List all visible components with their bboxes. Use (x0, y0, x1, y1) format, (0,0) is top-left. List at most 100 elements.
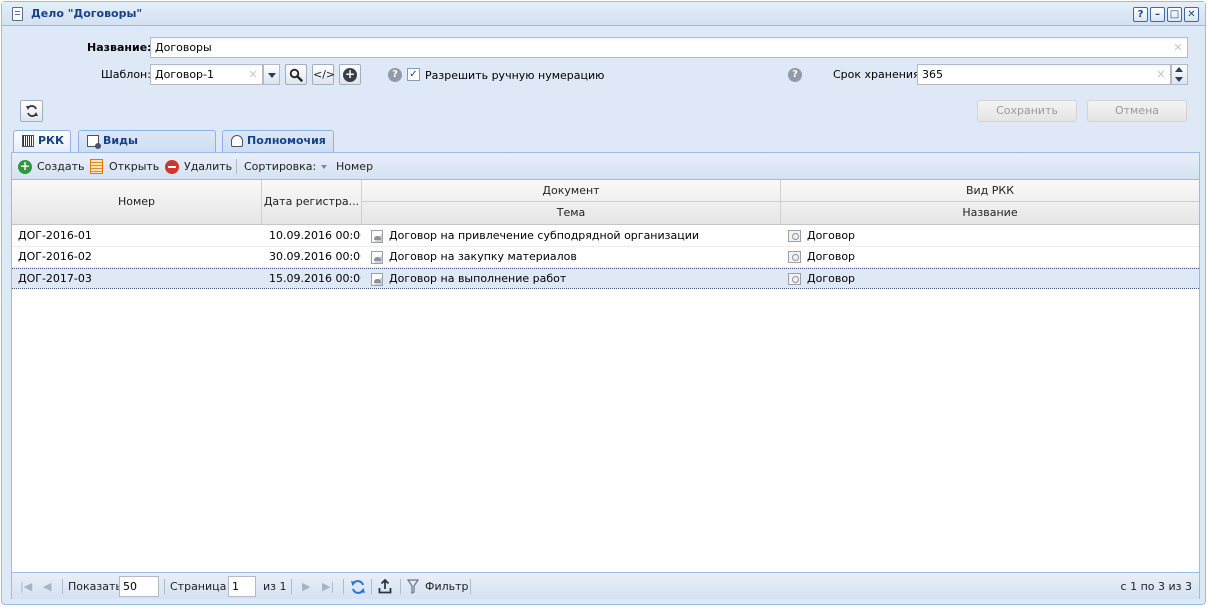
column-group-rkk-type: Вид РКК (781, 180, 1199, 202)
table-row[interactable]: ДОГ-2016-01 10.09.2016 00:00 Договор на … (12, 226, 1199, 247)
last-page-icon[interactable]: ▶| (322, 581, 334, 593)
cell-date: 10.09.2016 00:00 (269, 229, 361, 242)
retention-label: Срок хранения: (833, 68, 924, 81)
search-button[interactable] (285, 64, 307, 85)
pager-separator (470, 579, 471, 594)
clear-icon[interactable]: ✕ (1154, 66, 1168, 83)
retention-value: 365 (922, 68, 943, 81)
spin-down-icon[interactable] (1175, 77, 1183, 82)
tab-permissions[interactable]: Полномочия (222, 130, 334, 152)
template-combobox[interactable]: Договор-1 ✕ (150, 64, 263, 85)
help-button[interactable]: ? (1133, 7, 1148, 22)
cell-number: ДОГ-2016-02 (18, 250, 92, 263)
grid-toolbar: + Создать Открыть Удалить Сортировка: Но… (12, 153, 1199, 180)
cell-subject: Договор на выполнение работ (389, 272, 567, 285)
user-key-icon (231, 135, 243, 147)
paging-toolbar: |◀ ◀ Показать 50 Страница 1 из 1 ▶ ▶| Фи… (12, 572, 1199, 599)
cancel-button[interactable]: Отмена (1087, 100, 1187, 122)
retention-spinner[interactable] (1171, 64, 1188, 85)
cell-subject: Договор на привлечение субподрядной орга… (389, 229, 700, 242)
cell-number: ДОГ-2016-01 (18, 229, 92, 242)
open-button[interactable]: Открыть (109, 153, 159, 180)
refresh-button[interactable] (20, 100, 43, 122)
code-button[interactable]: </> (312, 64, 335, 85)
search-icon (289, 68, 303, 82)
tab-label: Полномочия (247, 134, 326, 147)
tab-document-types[interactable]: Виды документов (78, 130, 216, 167)
delete-icon[interactable] (165, 160, 179, 174)
export-icon[interactable] (378, 579, 392, 594)
template-label: Шаблон: (101, 68, 151, 81)
folder-doc-icon (12, 7, 23, 21)
first-page-icon[interactable]: |◀ (20, 581, 32, 593)
grid-header: Номер Дата регистра... Документ Тема Вид… (12, 180, 1199, 225)
tab-rkk[interactable]: РКК (13, 130, 71, 153)
barcode-icon (22, 135, 34, 147)
help-icon[interactable]: ? (788, 68, 802, 82)
cell-subject: Договор на закупку материалов (389, 250, 577, 263)
page-size-input[interactable]: 50 (119, 576, 159, 597)
tab-label: РКК (38, 134, 65, 147)
rkk-grid-panel: + Создать Открыть Удалить Сортировка: Но… (11, 152, 1200, 599)
add-template-button[interactable]: + (339, 64, 361, 85)
rkk-type-icon (788, 273, 801, 285)
table-row[interactable]: ДОГ-2016-02 30.09.2016 00:00 Договор на … (12, 247, 1199, 268)
document-icon (371, 273, 383, 286)
filter-icon[interactable] (407, 579, 419, 594)
document-icon (371, 251, 383, 264)
pager-separator (62, 579, 63, 594)
column-header-number[interactable]: Номер (12, 180, 262, 224)
page-size-label: Показать (68, 580, 122, 593)
cell-type: Договор (807, 229, 856, 242)
add-icon[interactable]: + (18, 160, 32, 174)
paging-summary: с 1 по 3 из 3 (1120, 580, 1192, 593)
pager-separator (400, 579, 401, 594)
prev-page-icon[interactable]: ◀ (43, 581, 51, 593)
clear-icon[interactable]: ✕ (246, 66, 260, 83)
reload-icon[interactable] (350, 579, 366, 595)
close-button[interactable]: ✕ (1184, 7, 1199, 22)
name-input[interactable]: Договоры ✕ (150, 37, 1188, 58)
cell-number: ДОГ-2017-03 (18, 272, 92, 285)
chevron-down-icon[interactable] (263, 64, 280, 85)
cell-date: 15.09.2016 00:00 (269, 272, 361, 285)
pager-separator (371, 579, 372, 594)
column-header-type-name[interactable]: Название (781, 202, 1199, 224)
window-title: Дело "Договоры" (31, 7, 143, 20)
spin-up-icon[interactable] (1175, 67, 1183, 72)
save-button[interactable]: Сохранить (977, 100, 1077, 122)
open-document-icon[interactable] (90, 159, 103, 174)
rkk-type-icon (788, 251, 801, 263)
minimize-button[interactable]: – (1150, 7, 1165, 22)
name-label: Название: (87, 41, 152, 54)
page-label: Страница (170, 580, 227, 593)
pager-separator (343, 579, 344, 594)
window: Дело "Договоры" ? – □ ✕ Название: Догово… (1, 1, 1206, 605)
maximize-button[interactable]: □ (1167, 7, 1182, 22)
plus-circle-icon: + (343, 67, 357, 82)
window-titlebar: Дело "Договоры" ? – □ ✕ (2, 2, 1205, 26)
manual-numbering-checkbox[interactable]: ✓ (407, 68, 420, 81)
retention-input[interactable]: 365 ✕ (917, 64, 1171, 85)
document-gear-icon (87, 135, 101, 149)
help-icon[interactable]: ? (388, 68, 402, 82)
cell-type: Договор (807, 250, 856, 263)
name-value: Договоры (155, 41, 212, 54)
manual-numbering-label: Разрешить ручную нумерацию (425, 69, 605, 82)
sort-field-button[interactable]: Номер (336, 153, 373, 180)
sort-direction-icon[interactable] (321, 165, 327, 169)
page-number-input[interactable]: 1 (228, 576, 256, 597)
table-row-selected[interactable]: ДОГ-2017-03 15.09.2016 00:00 Договор на … (12, 268, 1199, 289)
next-page-icon[interactable]: ▶ (302, 581, 310, 593)
column-header-subject[interactable]: Тема (362, 202, 781, 224)
delete-button[interactable]: Удалить (184, 153, 232, 180)
create-button[interactable]: Создать (37, 153, 85, 180)
clear-icon[interactable]: ✕ (1171, 39, 1185, 56)
cell-date: 30.09.2016 00:00 (269, 250, 361, 263)
rkk-type-icon (788, 230, 801, 242)
template-value: Договор-1 (155, 68, 214, 81)
column-header-date[interactable]: Дата регистра... (262, 180, 362, 224)
toolbar-separator (236, 159, 237, 174)
document-icon (371, 230, 383, 243)
filter-button[interactable]: Фильтр (425, 573, 469, 600)
